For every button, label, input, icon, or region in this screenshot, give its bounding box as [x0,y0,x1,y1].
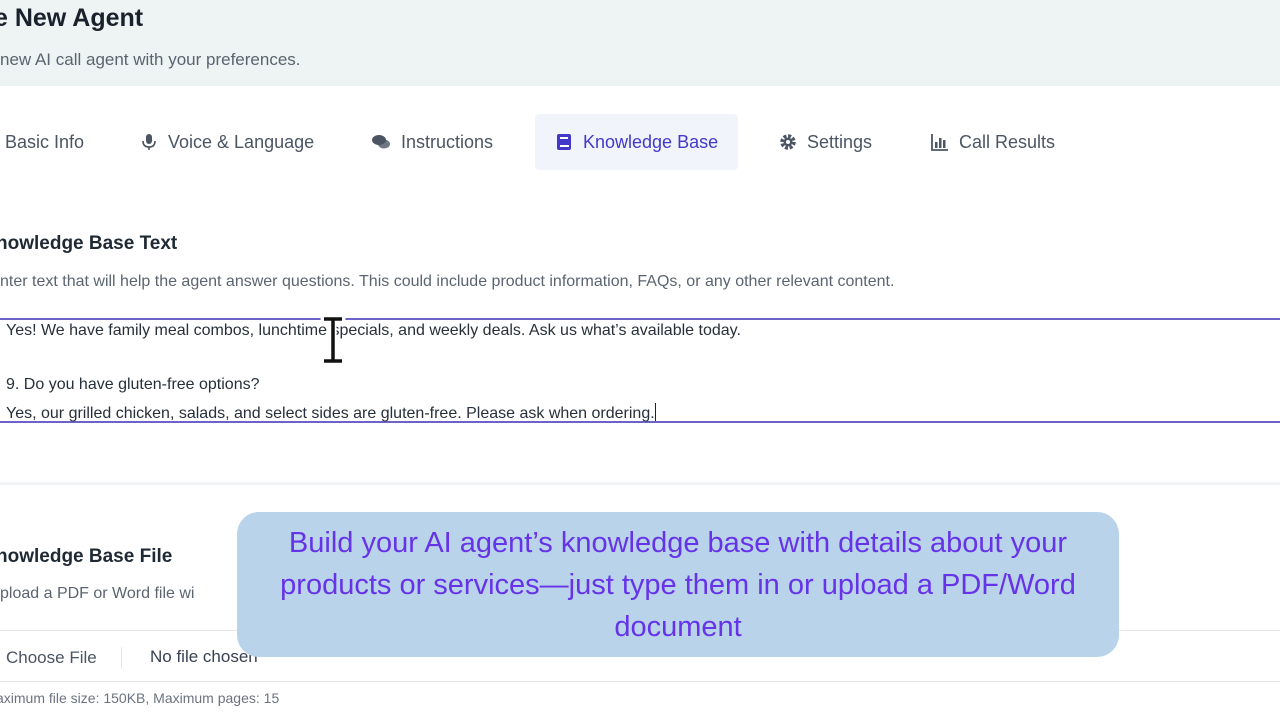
tab-label: Knowledge Base [583,131,719,152]
kb-text-description: nter text that will help the agent answe… [0,273,895,290]
tab-voice-language[interactable]: Voice & Language [140,114,314,170]
page-subtitle: new AI call agent with your preferences. [0,50,301,69]
kb-text-title: nowledge Base Text [0,233,178,254]
tab-bar: Basic Info Voice & Language Instructions… [0,108,1280,172]
tab-label: Instructions [401,131,494,152]
microphone-icon [142,134,156,150]
tab-basic-info[interactable]: Basic Info [5,114,84,170]
tab-label: Basic Info [5,131,85,152]
textarea-line: Yes, our grilled chicken, salads, and se… [6,403,656,423]
tab-knowledge-base[interactable]: Knowledge Base [535,114,739,170]
page-title: e New Agent [0,4,144,32]
text-cursor-icon [320,316,346,364]
page-header: e New Agent new AI call agent with your … [0,0,1280,86]
section-divider [0,482,1280,485]
tab-instructions[interactable]: Instructions [371,114,493,170]
tab-call-results[interactable]: Call Results [931,114,1055,170]
tutorial-callout: Build your AI agent’s knowledge base wit… [237,512,1119,657]
tab-label: Call Results [959,131,1056,152]
choose-file-button[interactable]: Choose File [6,647,122,669]
kb-file-description: pload a PDF or Word file wi [0,585,195,602]
kb-file-title: nowledge Base File [0,546,173,567]
chat-bubbles-icon [372,135,390,149]
file-status: No file chosen [150,647,258,666]
textarea-line: 9. Do you have gluten-free options? [6,376,260,393]
bar-chart-icon [931,134,948,151]
callout-text: Build your AI agent’s knowledge base wit… [280,526,1076,643]
tab-label: Voice & Language [168,131,315,152]
knowledge-base-textarea[interactable]: Yes! We have family meal combos, lunchti… [0,318,1280,423]
textarea-line: Yes! We have family meal combos, lunchti… [6,322,741,339]
gear-icon [780,134,796,150]
textarea-line-text: Yes, our grilled chicken, salads, and se… [6,405,655,422]
file-size-hint: aximum file size: 150KB, Maximum pages: … [0,690,280,706]
tab-label: Settings [807,131,873,152]
text-caret [654,403,656,421]
tab-settings[interactable]: Settings [779,114,872,170]
book-icon [557,134,571,150]
